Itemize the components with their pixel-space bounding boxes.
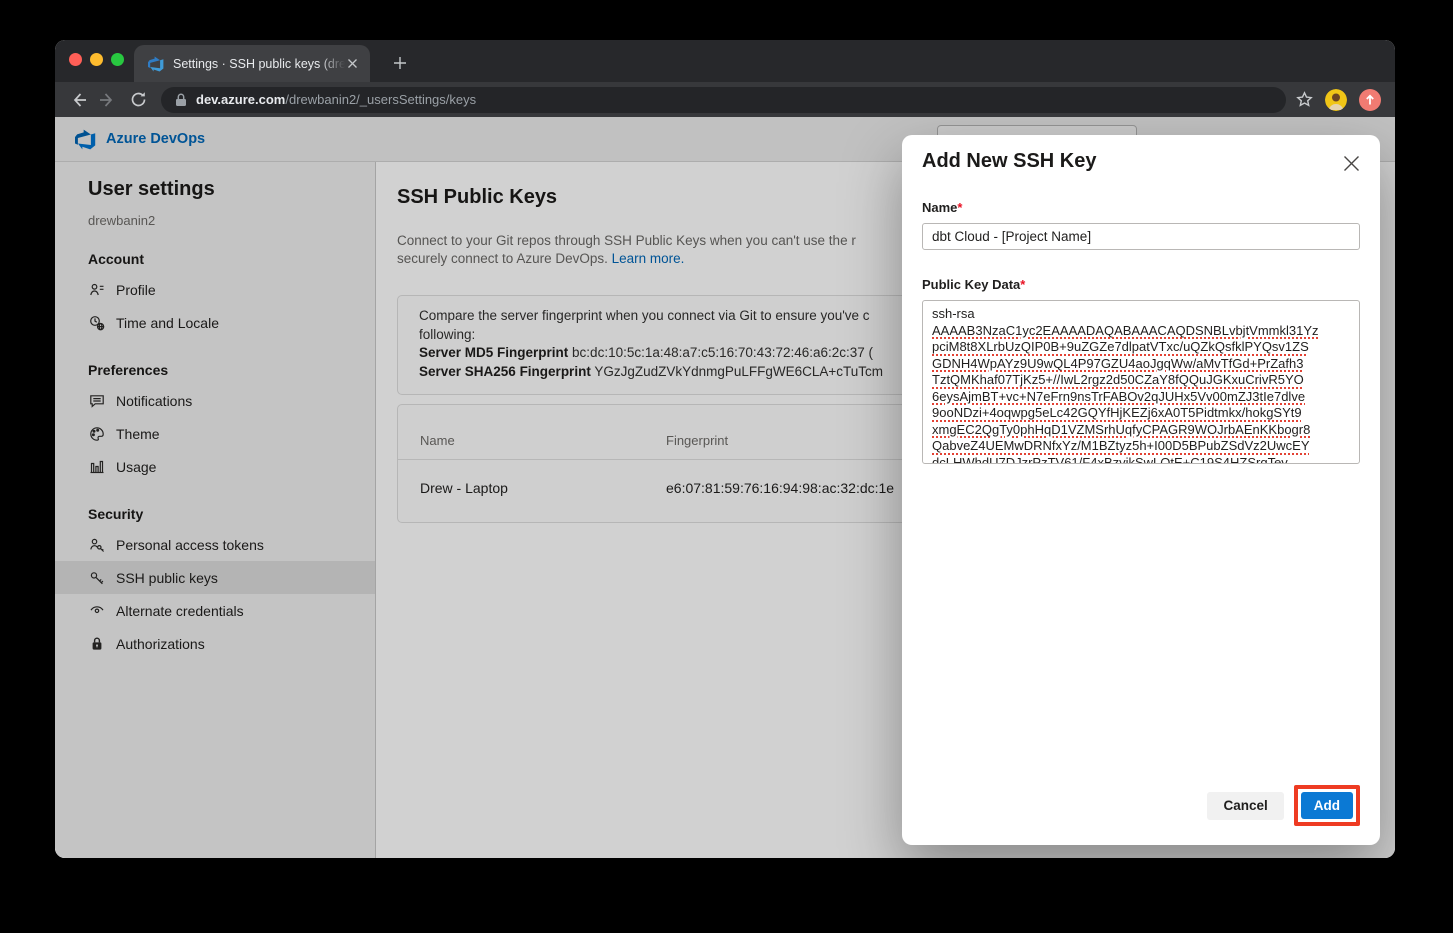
lock-icon	[175, 93, 187, 107]
tab-title: Settings · SSH public keys (dre	[173, 57, 345, 71]
key-body-text: AAAAB3NzaC1yc2EAAAADAQABAAACAQDSNBLvbjtV…	[932, 323, 1319, 465]
url-bar[interactable]: dev.azure.com/drewbanin2/_usersSettings/…	[161, 87, 1286, 113]
tab-title-fade	[319, 57, 345, 71]
public-key-data-label: Public Key Data*	[922, 277, 1360, 292]
reload-icon[interactable]	[123, 86, 153, 114]
back-icon[interactable]	[63, 86, 93, 114]
browser-tab[interactable]: Settings · SSH public keys (dre	[134, 45, 370, 82]
cancel-button[interactable]: Cancel	[1207, 792, 1283, 820]
add-ssh-key-modal: Add New SSH Key Name* Public Key Data* s…	[902, 135, 1380, 845]
url-path: /drewbanin2/_usersSettings/keys	[285, 92, 476, 107]
browser-toolbar: dev.azure.com/drewbanin2/_usersSettings/…	[55, 82, 1395, 117]
forward-icon[interactable]	[93, 86, 123, 114]
window-close-button[interactable]	[69, 53, 82, 66]
tab-close-icon[interactable]	[347, 58, 358, 69]
modal-footer: Cancel Add	[1207, 785, 1360, 826]
profile-avatar[interactable]	[1325, 89, 1347, 111]
tab-strip: Settings · SSH public keys (dre	[55, 40, 1395, 82]
modal-close-icon[interactable]	[1342, 154, 1361, 173]
url-host: dev.azure.com	[196, 92, 285, 107]
toolbar-right	[1296, 89, 1381, 111]
traffic-lights	[69, 53, 124, 66]
add-button[interactable]: Add	[1301, 792, 1353, 819]
name-field-label: Name*	[922, 200, 1360, 215]
bookmark-star-icon[interactable]	[1296, 91, 1313, 108]
annotation-highlight-box: Add	[1294, 785, 1360, 826]
key-name-input[interactable]	[922, 223, 1360, 250]
required-asterisk: *	[957, 200, 962, 215]
tab-favicon-azure-devops-icon	[148, 56, 164, 72]
modal-title: Add New SSH Key	[922, 135, 1360, 173]
window-minimize-button[interactable]	[90, 53, 103, 66]
required-asterisk: *	[1020, 277, 1025, 292]
key-type-text: ssh-rsa	[932, 306, 975, 321]
browser-window: Settings · SSH public keys (dre dev.azur…	[55, 40, 1395, 858]
browser-update-icon[interactable]	[1359, 89, 1381, 111]
window-zoom-button[interactable]	[111, 53, 124, 66]
new-tab-button[interactable]	[387, 50, 413, 76]
public-key-data-textarea[interactable]: ssh-rsa AAAAB3NzaC1yc2EAAAADAQABAAACAQDSN…	[922, 300, 1360, 464]
page-viewport: Azure DevOps User settings drewbanin2 Ac…	[55, 117, 1395, 858]
